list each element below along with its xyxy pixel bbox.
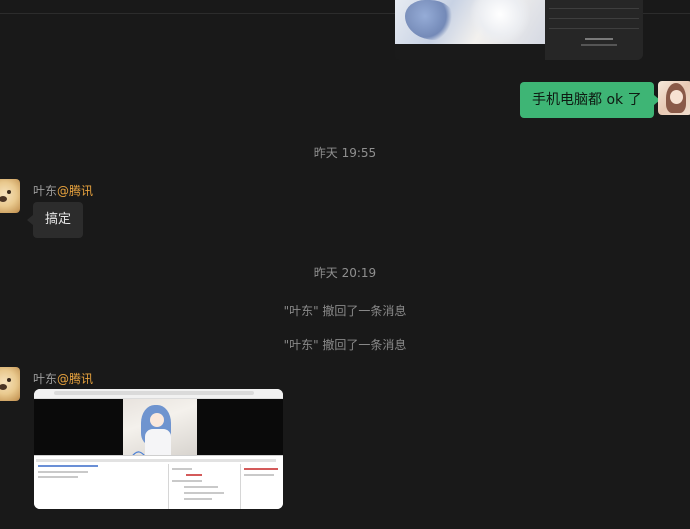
image-text-line	[244, 468, 278, 470]
image-text-line	[585, 38, 613, 40]
image-text-line	[581, 44, 617, 46]
contact-avatar[interactable]	[0, 179, 20, 213]
avatar-nose	[0, 384, 7, 390]
avatar-nose	[0, 196, 7, 202]
image-tab-row	[36, 459, 276, 462]
sent-image-thumbnail[interactable]	[395, 0, 643, 60]
sender-name-text: 叶东	[33, 184, 58, 198]
sender-org: @腾讯	[57, 372, 94, 386]
image-text-line	[38, 471, 88, 473]
image-text-line	[184, 498, 212, 500]
image-text-line	[184, 486, 218, 488]
contact-message-bubble[interactable]: 搞定	[26, 202, 84, 238]
sender-name[interactable]: 叶东@腾讯	[33, 182, 93, 199]
avatar-eye	[7, 378, 11, 382]
sender-name[interactable]: 叶东@腾讯	[33, 370, 93, 387]
image-url-bar	[54, 391, 254, 395]
image-text-line	[186, 474, 202, 476]
image-text-line	[172, 480, 202, 482]
frame-face	[150, 413, 164, 427]
timestamp: 昨天 19:55	[313, 146, 377, 160]
image-right-pane	[545, 0, 643, 60]
image-artwork	[395, 0, 545, 44]
image-devtools-panel	[34, 455, 283, 509]
image-text-line	[244, 474, 274, 476]
image-divider	[240, 464, 241, 509]
image-line	[549, 28, 639, 29]
image-divider	[168, 464, 169, 509]
frame-body	[145, 429, 171, 455]
image-text-line	[172, 468, 192, 470]
image-text-line	[38, 476, 78, 478]
received-image-thumbnail[interactable]	[34, 389, 283, 509]
my-message-bubble[interactable]: 手机电脑都 ok 了	[520, 82, 660, 118]
sender-name-text: 叶东	[33, 372, 58, 386]
sender-org: @腾讯	[57, 184, 94, 198]
recall-notice: "叶东" 撤回了一条消息	[283, 304, 407, 318]
avatar-eye	[7, 190, 11, 194]
message-text: 手机电脑都 ok 了	[532, 92, 642, 108]
image-line	[549, 18, 639, 19]
image-line	[549, 8, 639, 9]
timestamp: 昨天 20:19	[313, 266, 377, 280]
avatar-face	[670, 90, 683, 104]
contact-avatar[interactable]	[0, 367, 20, 401]
image-text-line	[38, 465, 98, 467]
image-text-line	[184, 492, 224, 494]
message-text: 搞定	[45, 212, 72, 227]
my-avatar[interactable]	[658, 81, 690, 115]
recall-notice: "叶东" 撤回了一条消息	[283, 338, 407, 352]
image-browser-bar	[34, 389, 283, 399]
